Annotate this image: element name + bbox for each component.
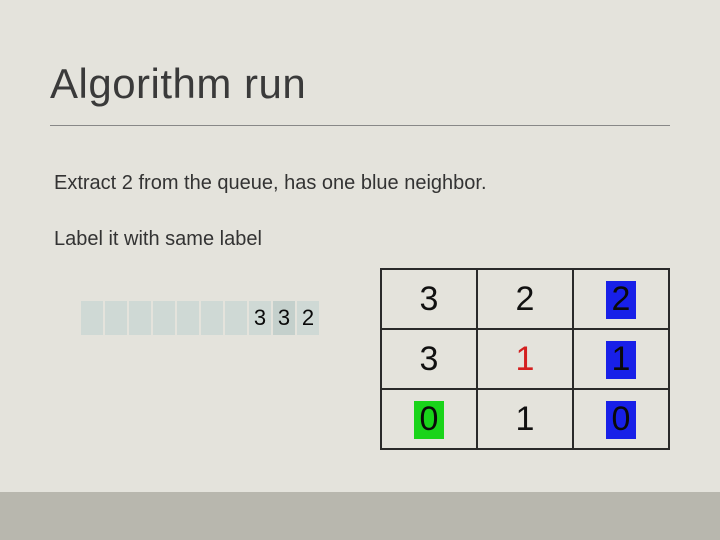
- grid-value: 1: [516, 342, 535, 376]
- grid-row: 0 1 0: [381, 389, 669, 449]
- grid-value: 2: [516, 282, 535, 316]
- title-divider: [50, 125, 670, 126]
- grid-cell: 3: [381, 269, 477, 329]
- grid-cell: 3: [381, 329, 477, 389]
- grid-value: 1: [606, 341, 637, 379]
- queue-cell: 2: [296, 300, 320, 336]
- queue-cell: 3: [272, 300, 296, 336]
- grid-value: 2: [606, 281, 637, 319]
- queue-cell: [80, 300, 104, 336]
- queue-cell: [128, 300, 152, 336]
- grid-cell: 2: [477, 269, 573, 329]
- grid-cell: 0: [381, 389, 477, 449]
- body-line-1: Extract 2 from the queue, has one blue n…: [54, 172, 487, 195]
- grid-value: 3: [420, 282, 439, 316]
- queue-cell: [200, 300, 224, 336]
- grid-cell: 1: [477, 389, 573, 449]
- grid-value: 1: [516, 402, 535, 436]
- grid-row: 3 1 1: [381, 329, 669, 389]
- slide-title: Algorithm run: [50, 60, 306, 108]
- body-line-2: Label it with same label: [54, 228, 262, 251]
- grid-cell: 1: [477, 329, 573, 389]
- grid-cell: 1: [573, 329, 669, 389]
- queue: 3 3 2: [80, 300, 320, 336]
- grid: 3 2 2 3 1 1 0 1 0: [380, 268, 670, 450]
- grid-row: 3 2 2: [381, 269, 669, 329]
- queue-cell: [104, 300, 128, 336]
- grid-value: 0: [606, 401, 637, 439]
- slide: Algorithm run Extract 2 from the queue, …: [0, 0, 720, 540]
- queue-cell: 3: [248, 300, 272, 336]
- queue-cell: [176, 300, 200, 336]
- queue-cell: [224, 300, 248, 336]
- grid-value: 0: [414, 401, 445, 439]
- grid-cell: 2: [573, 269, 669, 329]
- queue-cell: [152, 300, 176, 336]
- grid-value: 3: [420, 342, 439, 376]
- grid-cell: 0: [573, 389, 669, 449]
- footer-bar: [0, 492, 720, 540]
